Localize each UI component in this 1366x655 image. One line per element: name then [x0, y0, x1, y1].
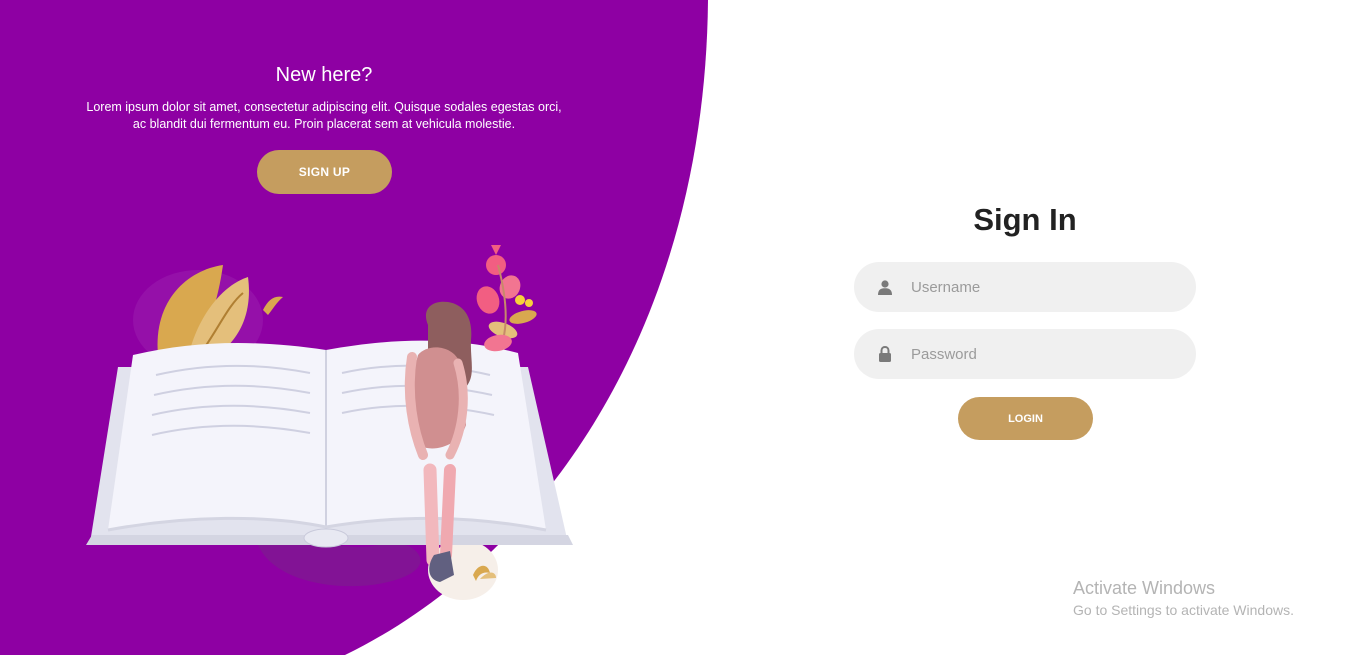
reading-woman-book-illustration — [86, 245, 573, 600]
password-input[interactable] — [909, 344, 1173, 364]
sign-in-title: Sign In — [973, 202, 1077, 237]
login-button[interactable]: LOGIN — [958, 397, 1093, 440]
lock-icon — [877, 346, 893, 362]
username-input[interactable] — [909, 277, 1173, 297]
username-field[interactable] — [854, 262, 1196, 312]
watermark-title: Activate Windows — [1073, 578, 1216, 598]
activate-windows-watermark: Activate Windows Go to Settings to activ… — [1073, 578, 1294, 618]
left-panel-content: New here? Lorem ipsum dolor sit amet, co… — [84, 60, 564, 133]
panel-description: Lorem ipsum dolor sit amet, consectetur … — [86, 100, 562, 131]
watermark-subtitle: Go to Settings to activate Windows. — [1073, 602, 1294, 618]
panel-title: New here? — [275, 64, 373, 86]
sign-up-button[interactable]: SIGN UP — [257, 150, 392, 194]
password-field[interactable] — [854, 329, 1196, 379]
user-icon — [877, 279, 893, 295]
